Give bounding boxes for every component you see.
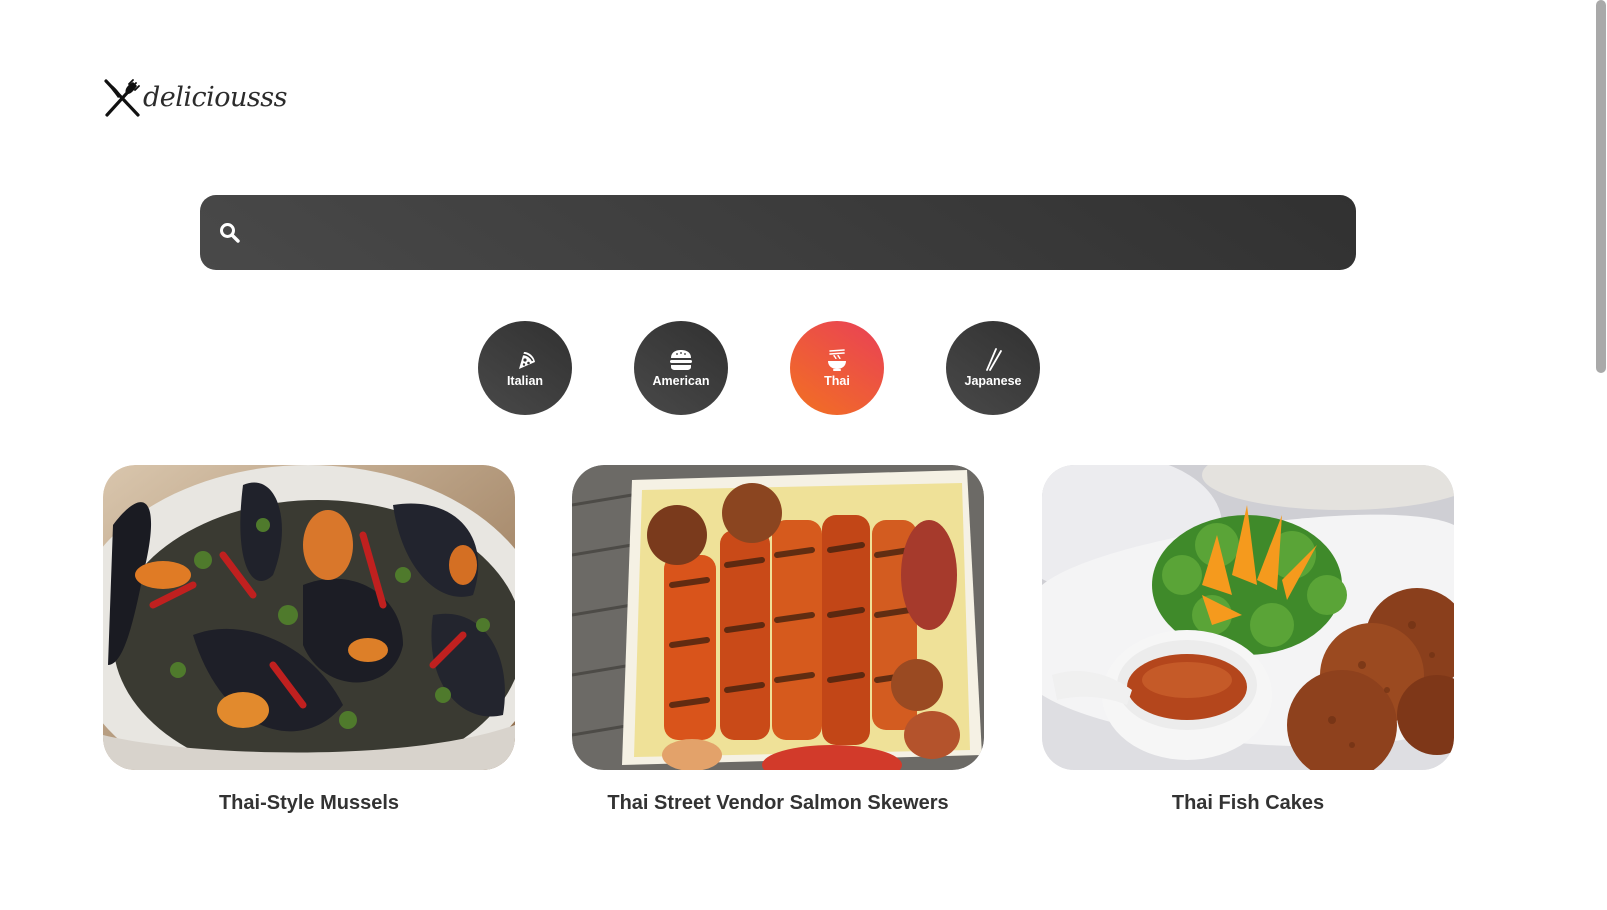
recipe-title: Thai-Style Mussels xyxy=(218,792,400,814)
category-italian-button[interactable]: Italian xyxy=(478,321,572,415)
category-american-button[interactable]: American xyxy=(634,321,728,415)
category-thai-button[interactable]: Thai xyxy=(790,321,884,415)
recipe-card[interactable]: Thai Fish Cakes xyxy=(1042,465,1454,825)
recipe-image-fish-cakes xyxy=(1042,465,1454,770)
logo-text: deliciousss xyxy=(143,81,288,113)
burger-icon xyxy=(670,350,692,370)
category-label: Thai xyxy=(824,374,850,388)
logo-link[interactable]: deliciousss xyxy=(104,78,288,118)
category-label: American xyxy=(652,374,710,388)
recipe-card[interactable]: Thai Street Vendor Salmon Skewers xyxy=(572,465,984,825)
category-label: Italian xyxy=(506,374,544,388)
recipe-image-mussels xyxy=(103,465,515,770)
recipe-card[interactable]: Thai-Style Mussels xyxy=(103,465,515,825)
recipe-image-salmon-skewers xyxy=(572,465,984,770)
search-input[interactable] xyxy=(260,195,1344,272)
category-label: Japanese xyxy=(964,374,1022,388)
search-bar xyxy=(200,195,1356,272)
category-japanese-button[interactable]: Japanese xyxy=(946,321,1040,415)
scrollbar-thumb[interactable] xyxy=(1596,0,1606,373)
search-icon xyxy=(220,223,240,243)
page: deliciousss Italian American Thai Japane… xyxy=(0,0,1607,910)
recipe-title: Thai Street Vendor Salmon Skewers xyxy=(607,792,949,814)
scrollbar[interactable] xyxy=(1593,0,1607,910)
noodle-bowl-icon xyxy=(828,349,846,371)
pizza-icon xyxy=(519,352,535,369)
chopsticks-icon xyxy=(986,348,1002,371)
fork-knife-icon xyxy=(104,79,140,117)
recipe-title: Thai Fish Cakes xyxy=(1171,792,1325,814)
